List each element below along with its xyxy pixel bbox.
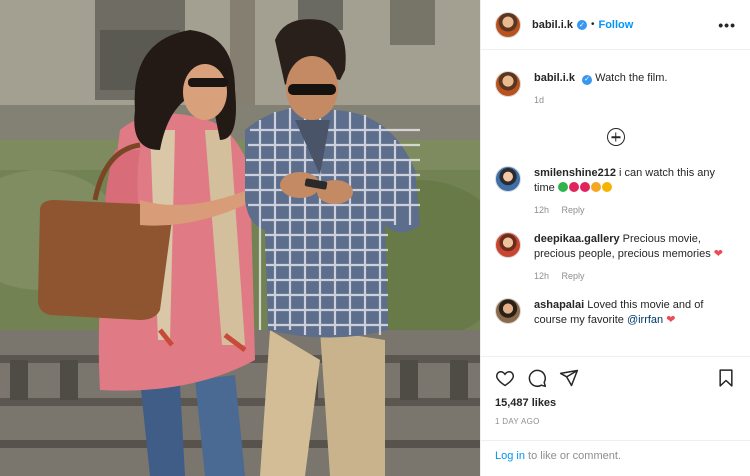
heart-icon: ❤ [713, 248, 723, 260]
load-more-comments[interactable] [495, 128, 736, 146]
share-paper-plane-icon[interactable] [559, 368, 579, 388]
post-side-panel: babil.i.k ✓ • Follow ••• babil.i.k ✓ Wat… [480, 0, 750, 476]
comment-meta: 12h Reply [534, 203, 736, 218]
post-timestamp[interactable]: 1 DAY AGO [495, 417, 736, 426]
post-caption: babil.i.k ✓ Watch the film. 1d [495, 55, 736, 108]
comment-username[interactable]: deepikaa.gallery [534, 233, 620, 245]
comment-username[interactable]: smilenshine212 [534, 167, 616, 179]
login-bar: Log in to like or comment. [481, 440, 750, 471]
verified-badge-icon: ✓ [576, 19, 587, 30]
heart-icon [579, 182, 590, 192]
comment-meta: 12h Reply [534, 269, 736, 284]
plus-circle-icon[interactable] [606, 128, 625, 146]
comment-item: ashapalai Loved this movie and of course… [495, 298, 736, 328]
heart-eyes-icon [590, 182, 601, 192]
comment-username[interactable]: ashapalai [534, 299, 584, 311]
comment-bubble-icon[interactable] [527, 368, 547, 388]
verified-badge-icon: ✓ [582, 74, 593, 85]
reply-button[interactable]: Reply [562, 205, 585, 215]
avatar[interactable] [495, 232, 521, 258]
caption-time[interactable]: 1d [534, 95, 544, 105]
avatar[interactable] [495, 166, 521, 192]
caption-username[interactable]: babil.i.k [534, 72, 575, 84]
comment-time[interactable]: 12h [534, 271, 549, 281]
login-prompt-text: to like or comment. [524, 450, 621, 462]
post-photo[interactable] [0, 0, 480, 476]
action-icons [495, 367, 736, 389]
heart-icon [568, 182, 579, 192]
more-options-icon[interactable]: ••• [718, 17, 736, 33]
post-actions: 15,487 likes 1 DAY AGO [481, 356, 750, 426]
avatar[interactable] [495, 11, 521, 38]
follow-button[interactable]: Follow [598, 19, 633, 31]
green-heart-icon [557, 182, 568, 192]
like-heart-icon[interactable] [495, 368, 515, 388]
heart-icon: ❤ [666, 314, 676, 326]
save-bookmark-icon[interactable] [716, 368, 736, 388]
photo-illustration [0, 0, 480, 476]
separator-dot: • [590, 19, 595, 30]
post-header: babil.i.k ✓ • Follow ••• [481, 0, 750, 50]
caption-text: Watch the film. [595, 72, 668, 84]
login-link[interactable]: Log in [495, 450, 525, 462]
comment-time[interactable]: 12h [534, 205, 549, 215]
thumbs-up-icon [601, 182, 612, 192]
emoji-group-icon [557, 182, 613, 194]
mention-link[interactable]: @irrfan [627, 314, 663, 326]
username-link[interactable]: babil.i.k [532, 19, 573, 31]
avatar[interactable] [495, 71, 521, 97]
reply-button[interactable]: Reply [562, 271, 585, 281]
comment-item: deepikaa.gallery Precious movie, preciou… [495, 232, 736, 284]
caption-meta: 1d [534, 93, 736, 108]
avatar[interactable] [495, 298, 521, 324]
comment-item: smilenshine212 i can watch this any time… [495, 166, 736, 218]
comments-list[interactable]: babil.i.k ✓ Watch the film. 1d smilenshi… [481, 55, 750, 355]
likes-count[interactable]: 15,487 likes [495, 397, 736, 409]
